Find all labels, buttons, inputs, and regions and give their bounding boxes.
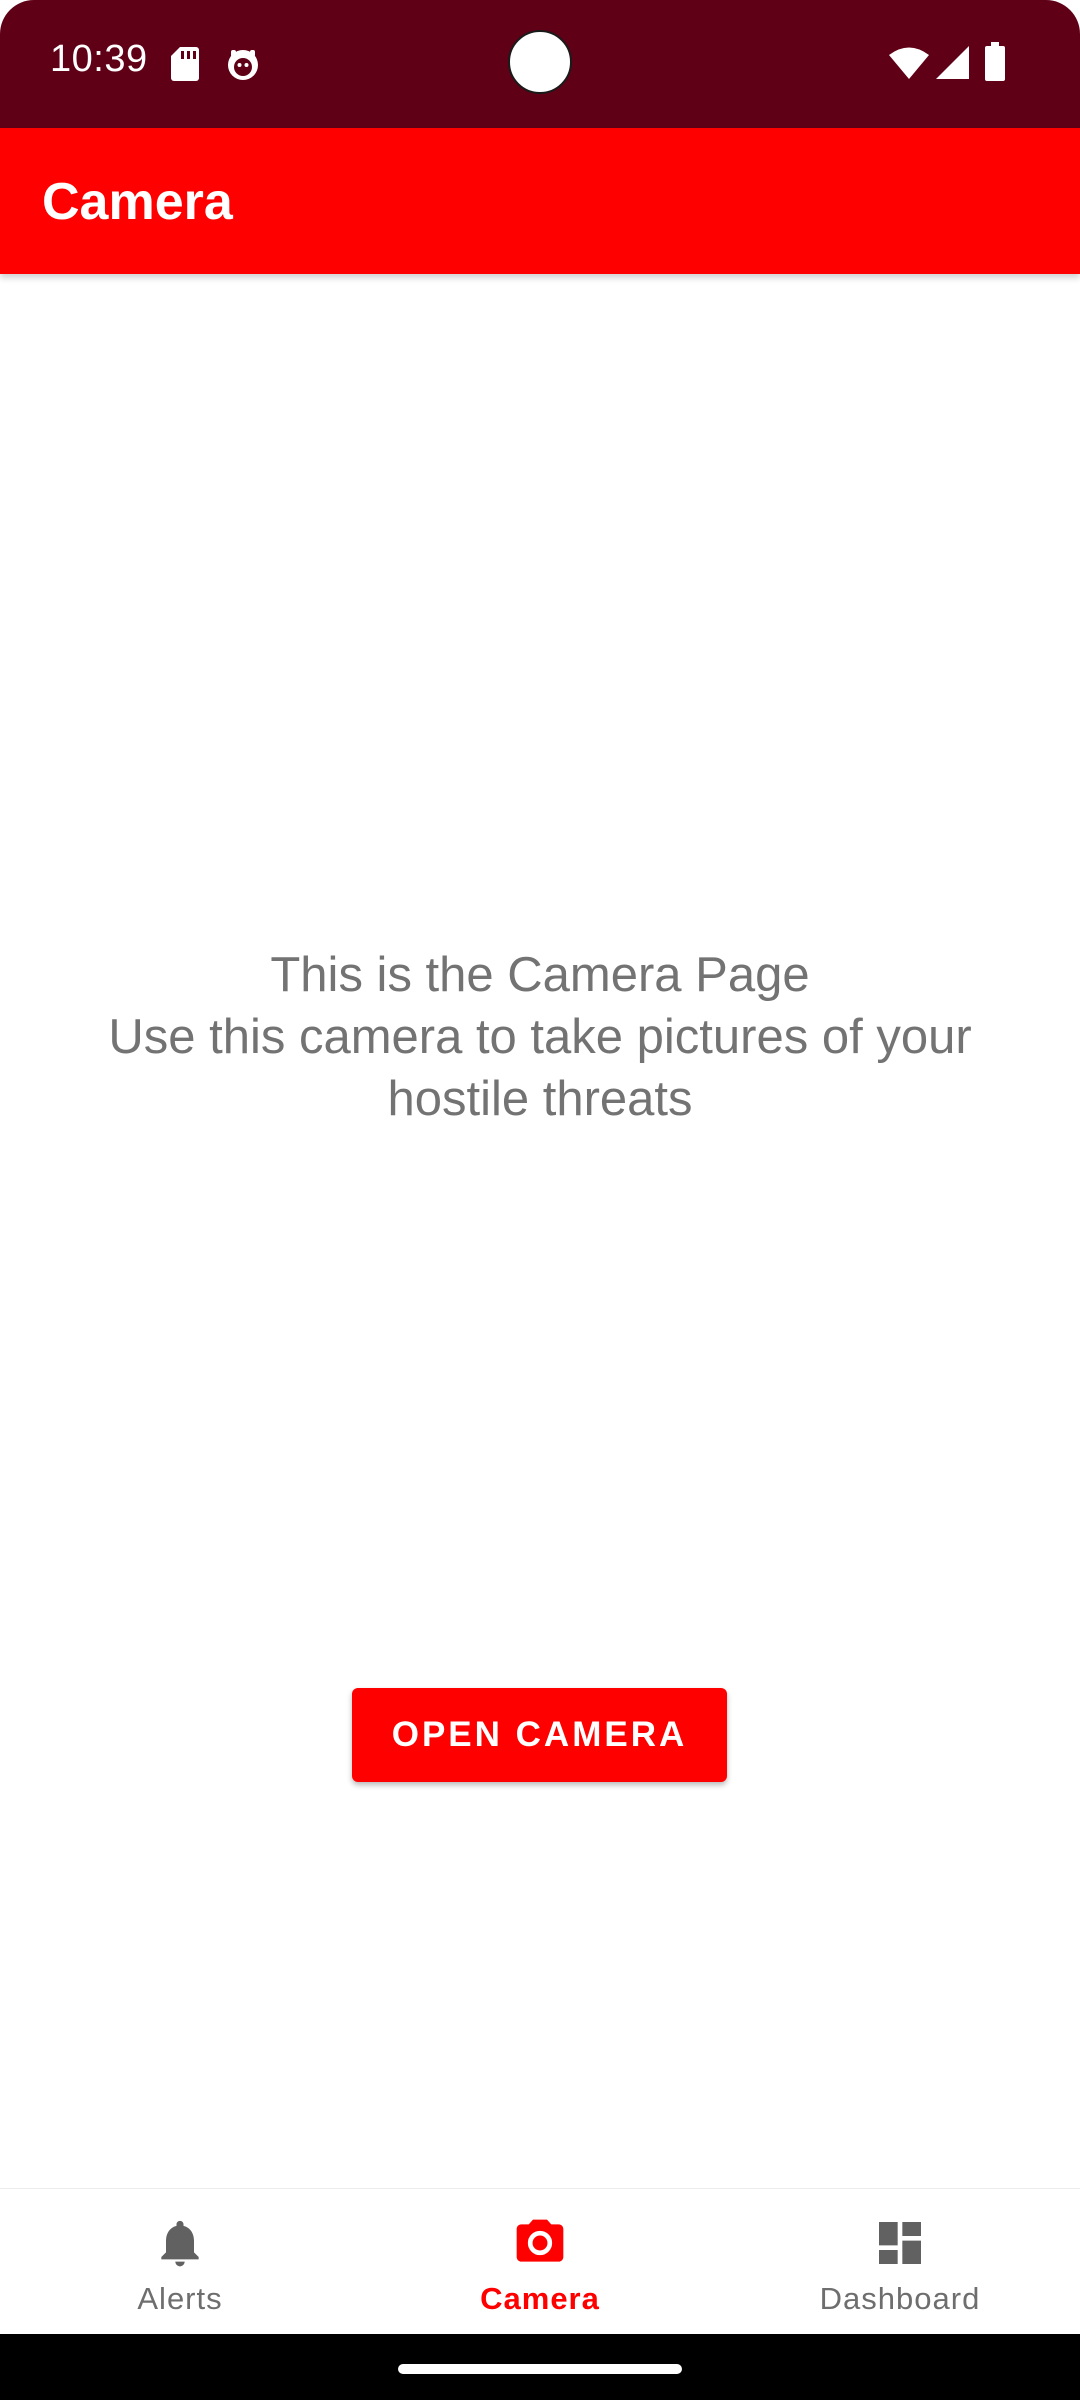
nav-label-dashboard: Dashboard xyxy=(819,2281,981,2316)
wifi-icon xyxy=(889,47,929,79)
page-title: Camera xyxy=(42,173,233,231)
nav-item-alerts[interactable]: Alerts xyxy=(0,2189,360,2335)
status-time: 10:39 xyxy=(50,38,148,80)
notification-icon xyxy=(228,50,258,80)
signal-icon xyxy=(936,46,969,79)
front-camera-cutout xyxy=(508,30,572,94)
camera-icon xyxy=(516,2219,564,2262)
app-bar: Camera xyxy=(0,128,1080,274)
nav-label-camera: Camera xyxy=(480,2281,600,2316)
status-bar: 10:39 xyxy=(0,0,1080,128)
message-line-3: hostile threats xyxy=(387,1072,693,1126)
message-line-1: This is the Camera Page xyxy=(270,948,810,1002)
message-line-2: Use this camera to take pictures of your xyxy=(108,1010,972,1064)
nav-label-alerts: Alerts xyxy=(137,2281,223,2316)
camera-page-message: This is the Camera Page Use this camera … xyxy=(40,944,1040,1130)
screen: 10:39 Camera This is the Camera Page Use… xyxy=(0,0,1080,2400)
system-navigation-bar xyxy=(0,2334,1080,2400)
nav-item-camera[interactable]: Camera xyxy=(360,2189,720,2335)
sd-card-icon xyxy=(171,47,199,81)
bottom-navigation: Alerts Camera Dashboard xyxy=(0,2188,1080,2335)
open-camera-button[interactable]: OPEN CAMERA xyxy=(352,1688,727,1782)
home-gesture-handle[interactable] xyxy=(398,2364,682,2374)
battery-icon xyxy=(985,42,1005,81)
nav-item-dashboard[interactable]: Dashboard xyxy=(720,2189,1080,2335)
dashboard-icon xyxy=(879,2222,921,2264)
bell-icon xyxy=(161,2220,199,2267)
